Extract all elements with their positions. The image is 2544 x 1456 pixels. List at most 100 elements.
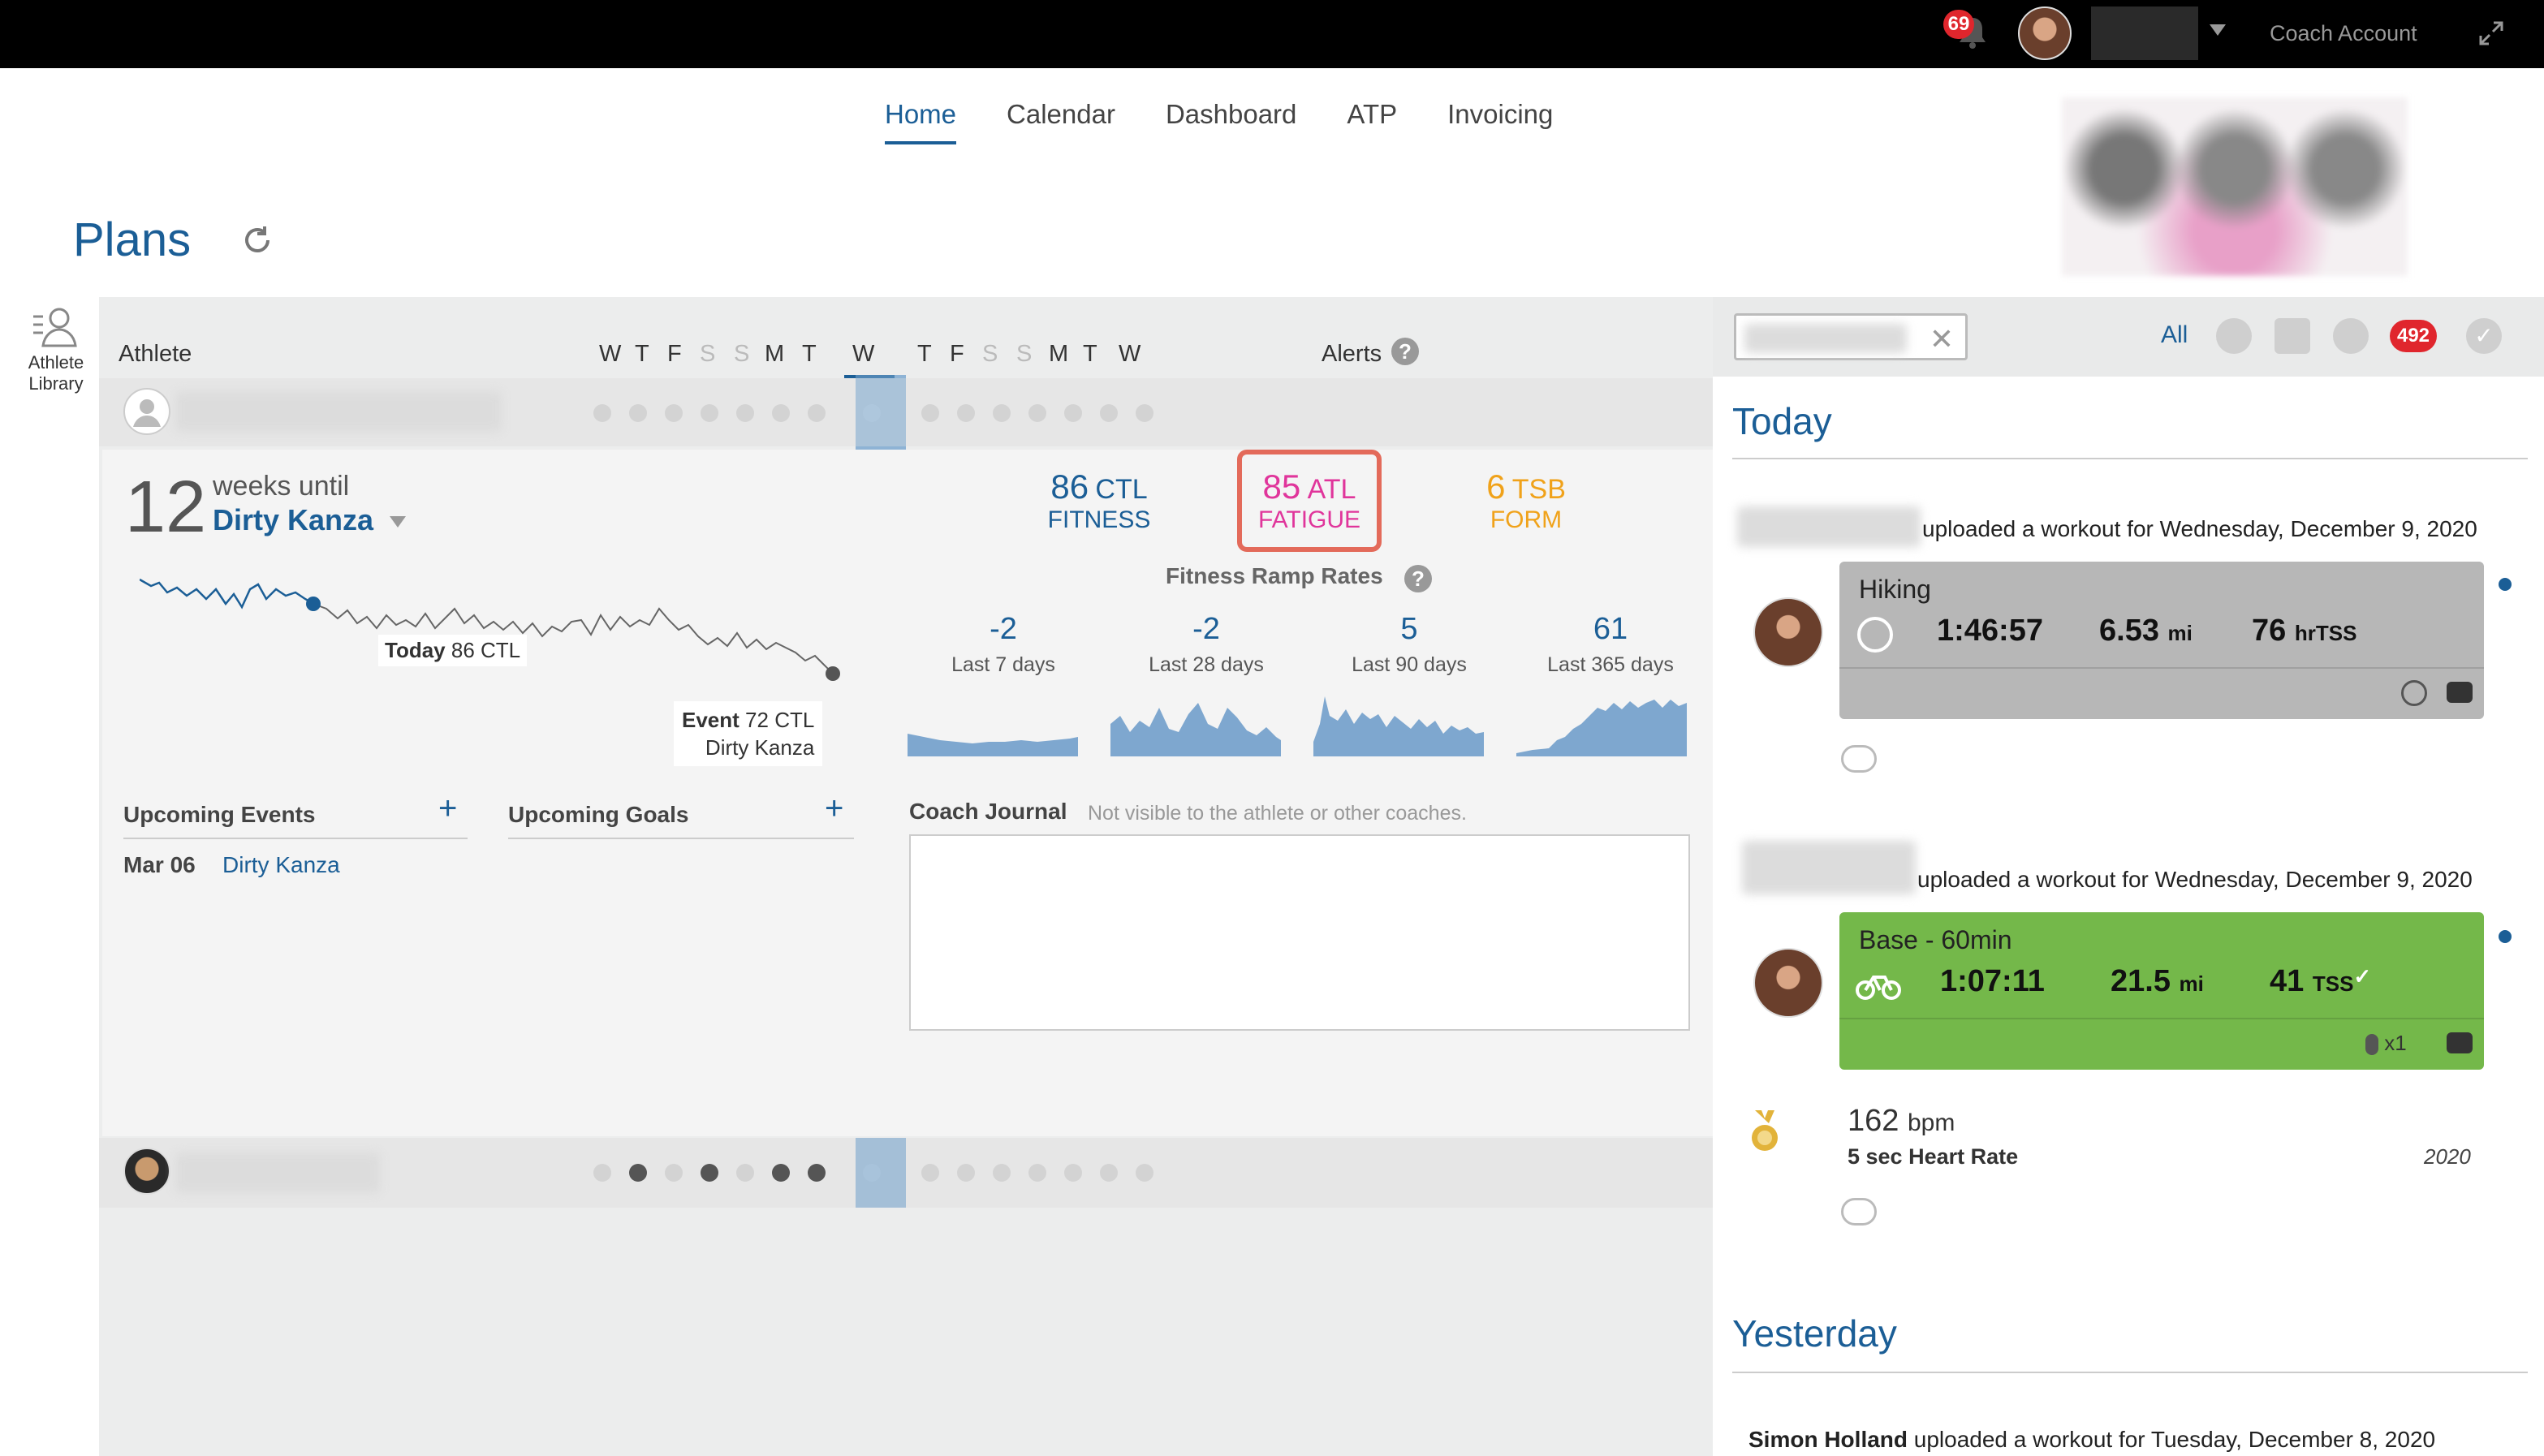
event-link[interactable]: Dirty Kanza	[222, 852, 340, 878]
day-status-dot[interactable]	[1064, 1164, 1082, 1182]
atl-metric[interactable]: 85 ATL FATIGUE	[1237, 450, 1382, 552]
day-status-dot[interactable]	[1100, 404, 1118, 422]
medal-count: x1	[2365, 1031, 2407, 1056]
day-status-dot[interactable]	[1136, 1164, 1153, 1182]
caret-down-icon	[390, 516, 407, 528]
nav-dashboard[interactable]: Dashboard	[1166, 99, 1296, 144]
day-status-dot[interactable]	[701, 404, 718, 422]
day-status-dot[interactable]	[1100, 1164, 1118, 1182]
day-status-dot[interactable]	[957, 1164, 975, 1182]
weeks-until-label: weeks until	[213, 471, 350, 502]
nav-atp[interactable]: ATP	[1347, 99, 1397, 144]
athlete-name-redacted	[175, 391, 502, 432]
sparkline-365	[1516, 700, 1687, 756]
nav-invoicing[interactable]: Invoicing	[1447, 99, 1553, 144]
day-status-dot[interactable]	[736, 404, 754, 422]
upcoming-goals-title: Upcoming Goals	[508, 802, 689, 827]
day-status-dot[interactable]	[921, 404, 939, 422]
day-status-dot[interactable]	[772, 1164, 790, 1182]
user-avatar[interactable]	[2018, 6, 2072, 60]
day-label: M	[1049, 341, 1069, 367]
gauge-filter-icon[interactable]	[2333, 318, 2369, 354]
athlete-library-label-2: Library	[28, 373, 84, 394]
uploader-name[interactable]: Simon Holland	[1748, 1427, 1908, 1452]
day-status-dot[interactable]	[993, 404, 1011, 422]
upcoming-goals-header: Upcoming Goals	[508, 802, 854, 839]
ramp-rate-365: 61 Last 365 days	[1547, 612, 1674, 676]
workout-distance: 6.53 mi	[2099, 614, 2193, 648]
comments-icon[interactable]	[2447, 682, 2473, 703]
day-status-dot[interactable]	[1136, 404, 1153, 422]
day-status-dot[interactable]	[629, 404, 647, 422]
feed-item-text: uploaded a workout for Wednesday, Decemb…	[1917, 867, 2473, 892]
athlete-row[interactable]	[99, 378, 1713, 446]
day-status-dot[interactable]	[736, 1164, 754, 1182]
coach-journal-textarea[interactable]	[909, 834, 1690, 1031]
feed-search-input[interactable]: ✕	[1734, 313, 1968, 360]
uploader-avatar[interactable]	[1753, 948, 1823, 1018]
day-label: S	[1016, 341, 1033, 367]
notification-badge[interactable]: 69	[1943, 10, 1974, 39]
day-status-dot[interactable]	[921, 1164, 939, 1182]
day-status-dot[interactable]	[1028, 404, 1046, 422]
day-status-dot[interactable]	[593, 1164, 611, 1182]
user-name-redacted[interactable]	[2091, 6, 2198, 60]
ctl-value: 86	[1050, 467, 1089, 506]
day-status-dot[interactable]	[665, 404, 683, 422]
top-bar: 69 Coach Account	[0, 0, 2544, 68]
upcoming-events-title: Upcoming Events	[123, 802, 316, 827]
comment-bubble-icon[interactable]	[1841, 1198, 1877, 1226]
day-status-dot[interactable]	[1064, 404, 1082, 422]
ramp-help-icon[interactable]: ?	[1404, 565, 1432, 592]
day-status-dot[interactable]	[593, 404, 611, 422]
event-date: Mar 06	[123, 852, 196, 877]
day-status-dot[interactable]	[957, 404, 975, 422]
athlete-placeholder-avatar	[123, 388, 170, 435]
smiley-icon[interactable]	[2401, 680, 2427, 706]
comment-bubble-icon[interactable]	[1841, 745, 1877, 773]
stopwatch-filter-icon[interactable]	[2216, 318, 2252, 354]
workout-card-base[interactable]: Base - 60min 1:07:11 21.5 mi 41 TSS✓ x1	[1839, 912, 2484, 1070]
day-status-dot[interactable]	[808, 404, 826, 422]
filter-all[interactable]: All	[2161, 321, 2188, 349]
clear-search-icon[interactable]: ✕	[1930, 322, 1954, 356]
athlete-row[interactable]	[99, 1138, 1713, 1208]
check-filter-icon[interactable]: ✓	[2466, 318, 2502, 354]
event-ctl-value: 72 CTL	[745, 708, 815, 732]
nav-calendar[interactable]: Calendar	[1007, 99, 1115, 144]
workout-card-hiking[interactable]: Hiking 1:46:57 6.53 mi 76 hrTSS	[1839, 562, 2484, 719]
day-label: T	[1083, 341, 1097, 367]
help-icon[interactable]: ?	[1391, 338, 1419, 365]
refresh-icon[interactable]	[240, 222, 274, 266]
athlete-library-button[interactable]: Athlete Library	[13, 305, 99, 394]
expand-icon[interactable]	[2477, 19, 2505, 47]
today-heading: Today	[1732, 400, 1832, 442]
comment-filter-icon[interactable]	[2275, 318, 2310, 354]
athlete-detail-panel: 12 weeks until Dirty Kanza Today 86 CTL …	[102, 450, 1713, 1136]
day-status-dot[interactable]	[772, 404, 790, 422]
personal-best-year: 2020	[2424, 1144, 2471, 1169]
day-status-dot[interactable]	[629, 1164, 647, 1182]
workout-title: Base - 60min	[1859, 925, 2012, 954]
day-status-dot[interactable]	[1028, 1164, 1046, 1182]
event-marker	[826, 666, 840, 681]
day-status-dot[interactable]	[665, 1164, 683, 1182]
add-goal-icon[interactable]: +	[825, 790, 843, 827]
day-label: S	[982, 341, 998, 367]
day-status-dot[interactable]	[808, 1164, 826, 1182]
search-value-redacted	[1744, 324, 1907, 353]
fitness-trend-line	[140, 578, 314, 610]
atl-value: 85	[1262, 467, 1301, 506]
feed-count-badge[interactable]: 492	[2390, 320, 2437, 352]
athlete-avatar	[123, 1148, 170, 1195]
atl-unit: ATL	[1307, 474, 1356, 505]
comments-icon[interactable]	[2447, 1032, 2473, 1053]
day-status-dot[interactable]	[993, 1164, 1011, 1182]
event-name-dropdown[interactable]: Dirty Kanza	[213, 503, 407, 537]
uploader-avatar[interactable]	[1753, 597, 1823, 667]
add-event-icon[interactable]: +	[438, 790, 457, 827]
chevron-down-icon[interactable]	[2210, 24, 2226, 36]
uploader-name-redacted	[1742, 841, 1916, 894]
nav-home[interactable]: Home	[885, 99, 957, 144]
day-status-dot[interactable]	[701, 1164, 718, 1182]
